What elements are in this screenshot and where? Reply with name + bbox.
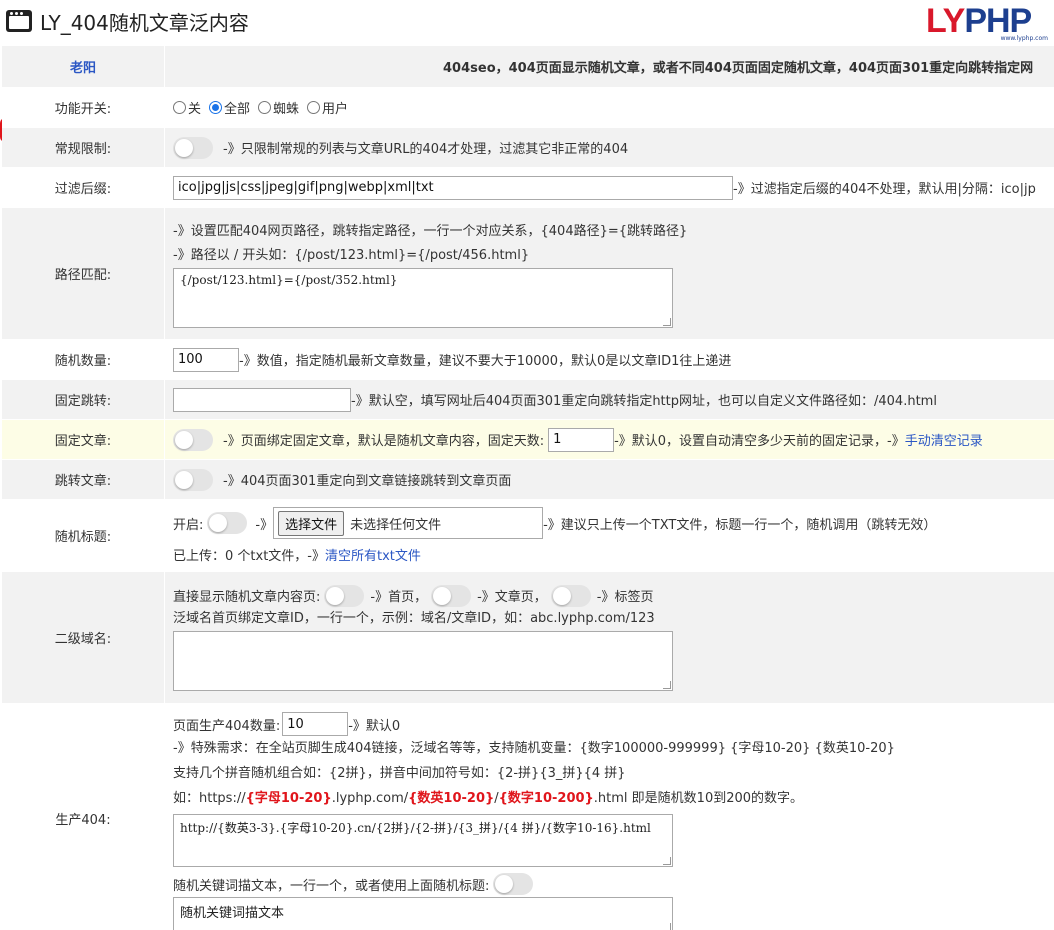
path-note-1: -》设置匹配404网页路径，跳转指定路径，一行一个对应关系，{404路径}={跳…: [173, 223, 688, 239]
page-title: LY_404随机文章泛内容: [40, 11, 249, 35]
suffix-input[interactable]: ico|jpg|js|css|jpeg|gif|png|webp|xml|txt: [173, 175, 733, 200]
gen404-count-note: -》默认0: [348, 718, 401, 734]
gen404-kw-label: 随机关键词描文本，一行一个，或者使用上面随机标题:: [173, 878, 490, 894]
radio-user[interactable]: 用户: [307, 98, 348, 117]
suffix-note: -》过滤指定后缀的404不处理，默认用|分隔：ico|jp: [733, 182, 1036, 197]
radio-spider[interactable]: 蜘蛛: [258, 98, 299, 117]
normal-label: 常规限制:: [2, 128, 164, 167]
path-label: 路径匹配:: [2, 208, 164, 339]
file-status: 未选择任何文件: [350, 517, 442, 533]
fixed-article-label: 固定文章:: [54, 434, 112, 449]
jump-article-note: -》404页面301重定向到文章链接跳转到文章页面: [223, 474, 512, 489]
title-bar: LY_404随机文章泛内容 LYPHP www.lyphp.com: [0, 0, 1054, 44]
subdomain-label: 二级域名:: [2, 572, 164, 703]
row-random-title: 随机标题: 开启: -》 选择文件 未选择任何文件 -》建议只上传一个TXT文件…: [2, 500, 1054, 572]
row-fixed-article: 固定文章: -》页面绑定固定文章，默认是随机文章内容，固定天数: 1 -》默认0…: [2, 420, 1054, 460]
feature-label: 功能开关:: [54, 102, 112, 117]
row-normal: 常规限制: -》只限制常规的列表与文章URL的404才处理，过滤其它非正常的40…: [2, 128, 1054, 168]
subdomain-home-toggle[interactable]: [324, 584, 365, 607]
radio-user-dot[interactable]: [307, 101, 321, 114]
settings-table: 老阳 404seo，404页面显示随机文章，或者不同404页面固定随机文章，40…: [2, 46, 1054, 930]
random-title-toggle[interactable]: [207, 512, 248, 534]
fixed-days-input[interactable]: 1: [548, 427, 615, 452]
row-jump-article: 跳转文章: -》404页面301重定向到文章链接跳转到文章页面: [2, 460, 1054, 500]
count-note: -》数值，指定随机最新文章数量，建议不要大于10000，默认0是以文章ID1往上…: [239, 354, 732, 369]
gen404-count-input[interactable]: 10: [282, 712, 349, 736]
jump-article-toggle[interactable]: [173, 468, 213, 491]
fixed-jump-input[interactable]: [173, 387, 351, 412]
author-label: 老阳: [2, 46, 164, 87]
row-suffix: 过滤后缀: ico|jpg|js|css|jpeg|gif|png|webp|x…: [2, 168, 1054, 208]
row-count: 随机数量: 100 -》数值，指定随机最新文章数量，建议不要大于10000，默认0…: [2, 340, 1054, 380]
gen404-kw-toggle[interactable]: [493, 873, 534, 896]
gen404-count-label: 页面生产404数量:: [173, 718, 281, 734]
path-note-2: -》路径以 / 开头如：{/post/123.html}={/post/456.…: [173, 247, 530, 263]
uploaded-status: 已上传：0 个txt文件，-》: [173, 549, 325, 564]
fixed-jump-note: -》默认空，填写网址后404页面301重定向跳转指定http网址，也可以自定义文…: [351, 394, 937, 409]
clear-txt-link[interactable]: 清空所有txt文件: [325, 545, 421, 564]
subdomain-tag-toggle[interactable]: [550, 584, 591, 607]
count-label: 随机数量:: [54, 354, 112, 369]
gen404-note-1: -》特殊需求：在全站页脚生成404链接，泛域名等等，支持随机变量：{数字1000…: [173, 741, 895, 756]
radio-off-dot[interactable]: [173, 101, 186, 114]
subdomain-line-2: 泛域名首页绑定文章ID，一行一个，示例：域名/文章ID，如：abc.lyphp.…: [173, 610, 655, 626]
radio-off[interactable]: 关: [173, 98, 201, 117]
fixed-jump-label: 固定跳转:: [2, 380, 164, 419]
path-textarea[interactable]: {/post/123.html}={/post/352.html}: [173, 267, 673, 328]
clear-records-link[interactable]: 手动清空记录: [905, 430, 983, 449]
gen404-example: 如：https://{字母10-20}.lyphp.com/{数英10-20}/…: [173, 791, 804, 806]
row-feature: 功能开关: 关 全部 蜘蛛 用户: [2, 88, 1054, 128]
subdomain-line-1: 直接显示随机文章内容页:: [173, 590, 321, 605]
subdomain-article-label: -》文章页，: [477, 590, 547, 605]
row-fixed-jump: 固定跳转: -》默认空，填写网址后404页面301重定向跳转指定http网址，也…: [2, 380, 1054, 420]
header-row: 老阳 404seo，404页面显示随机文章，或者不同404页面固定随机文章，40…: [2, 46, 1054, 88]
subdomain-tag-label: -》标签页: [596, 590, 654, 605]
random-title-note: -》建议只上传一个TXT文件，标题一行一个，随机调用（跳转无效）: [543, 517, 937, 533]
normal-note: -》只限制常规的列表与文章URL的404才处理，过滤其它非正常的404: [223, 142, 629, 157]
fixed-article-toggle[interactable]: [173, 428, 213, 451]
subdomain-textarea[interactable]: [173, 630, 673, 691]
lyphp-logo: LYPHP www.lyphp.com: [926, 2, 1048, 42]
fixed-article-note-2: -》默认0，设置自动清空多少天前的固定记录，-》: [614, 434, 905, 449]
file-chooser[interactable]: 选择文件 未选择任何文件: [273, 507, 544, 539]
gen404-note-2: 支持几个拼音随机组合如：{2拼}，拼音中间加符号如：{2-拼}{3_拼}{4 拼…: [173, 766, 626, 781]
window-icon: [6, 10, 32, 32]
gen404-label: 生产404:: [55, 813, 111, 828]
random-title-label: 随机标题:: [54, 530, 112, 545]
jump-article-label: 跳转文章:: [2, 460, 164, 499]
count-input[interactable]: 100: [173, 347, 239, 372]
choose-file-button[interactable]: 选择文件: [278, 510, 345, 536]
row-subdomain: 二级域名: 直接显示随机文章内容页: -》首页， -》文章页， -》标签页 泛域…: [2, 572, 1054, 704]
plugin-description: 404seo，404页面显示随机文章，或者不同404页面固定随机文章，404页面…: [164, 46, 1054, 87]
radio-all-dot[interactable]: [209, 101, 223, 114]
row-gen404: 生产404: 页面生产404数量: 10 -》默认0 -》特殊需求：在全站页脚生…: [2, 704, 1054, 930]
gen404-textarea[interactable]: http://{数英3-3}.{字母10-20}.cn/{2拼}/{2-拼}/{…: [173, 814, 673, 868]
random-title-arrow: -》: [255, 517, 274, 533]
random-title-open-label: 开启:: [173, 517, 204, 533]
suffix-label: 过滤后缀:: [54, 182, 112, 197]
subdomain-article-toggle[interactable]: [431, 584, 472, 607]
radio-all[interactable]: 全部: [209, 98, 250, 117]
gen404-kw-textarea[interactable]: 随机关键词描文本: [173, 897, 673, 930]
radio-spider-dot[interactable]: [258, 101, 272, 114]
subdomain-home-label: -》首页，: [370, 590, 428, 605]
feature-radio-group: 关 全部 蜘蛛 用户: [173, 98, 1054, 117]
row-path: 路径匹配: -》设置匹配404网页路径，跳转指定路径，一行一个对应关系，{404…: [2, 208, 1054, 340]
normal-toggle[interactable]: [173, 136, 213, 159]
fixed-article-note-1: -》页面绑定固定文章，默认是随机文章内容，固定天数:: [223, 434, 545, 449]
